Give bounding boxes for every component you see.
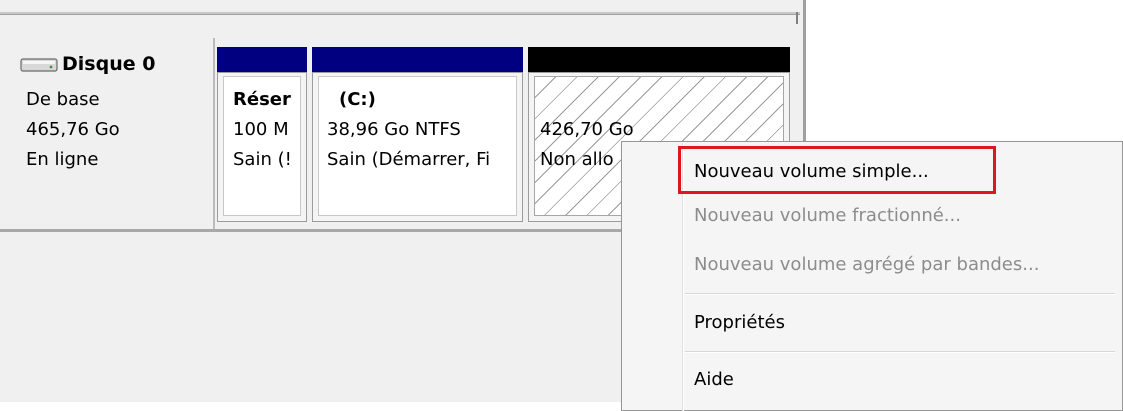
partition-c-size: 38,96 Go NTFS <box>327 119 461 140</box>
partition-c-name: (C:) <box>339 89 376 110</box>
partition-reserved-content: Réser 100 M Sain (! <box>223 76 301 216</box>
partition-reserved-name: Réser <box>233 89 291 110</box>
partition-c-bar <box>312 47 523 72</box>
disk-status: En ligne <box>26 149 99 170</box>
disk-size: 465,76 Go <box>26 119 120 140</box>
partition-reserved-size: 100 M <box>233 119 289 140</box>
context-menu: Nouveau volume simple... Nouveau volume … <box>621 141 1123 411</box>
partition-unallocated-bar <box>528 47 790 72</box>
disk-type: De base <box>26 89 100 110</box>
menu-item-new-striped-volume[interactable]: Nouveau volume agrégé par bandes... <box>694 254 1039 275</box>
partition-unallocated-size: 426,70 Go <box>540 119 634 140</box>
menu-icon-gutter-highlight <box>683 143 684 411</box>
disk-name: Disque 0 <box>62 53 156 75</box>
partition-reserved-bar <box>217 47 307 72</box>
partition-reserved[interactable]: Réser 100 M Sain (! <box>217 72 307 222</box>
menu-item-new-simple-volume[interactable]: Nouveau volume simple... <box>694 161 929 182</box>
hard-disk-icon <box>20 58 58 72</box>
menu-separator-highlight <box>685 294 1115 295</box>
partition-c[interactable]: (C:) 38,96 Go NTFS Sain (Démarrer, Fi <box>312 72 523 222</box>
pane-corner <box>796 12 798 24</box>
menu-separator-highlight <box>685 352 1115 353</box>
menu-item-new-spanned-volume[interactable]: Nouveau volume fractionné... <box>694 205 961 226</box>
partition-unallocated-status: Non allo <box>540 149 614 170</box>
partition-reserved-status: Sain (! <box>233 149 292 170</box>
menu-item-properties[interactable]: Propriétés <box>694 312 785 333</box>
menu-item-help[interactable]: Aide <box>694 369 734 390</box>
partition-c-status: Sain (Démarrer, Fi <box>327 149 491 170</box>
partition-c-content: (C:) 38,96 Go NTFS Sain (Démarrer, Fi <box>318 76 517 216</box>
pane-divider-shadow <box>0 14 800 15</box>
